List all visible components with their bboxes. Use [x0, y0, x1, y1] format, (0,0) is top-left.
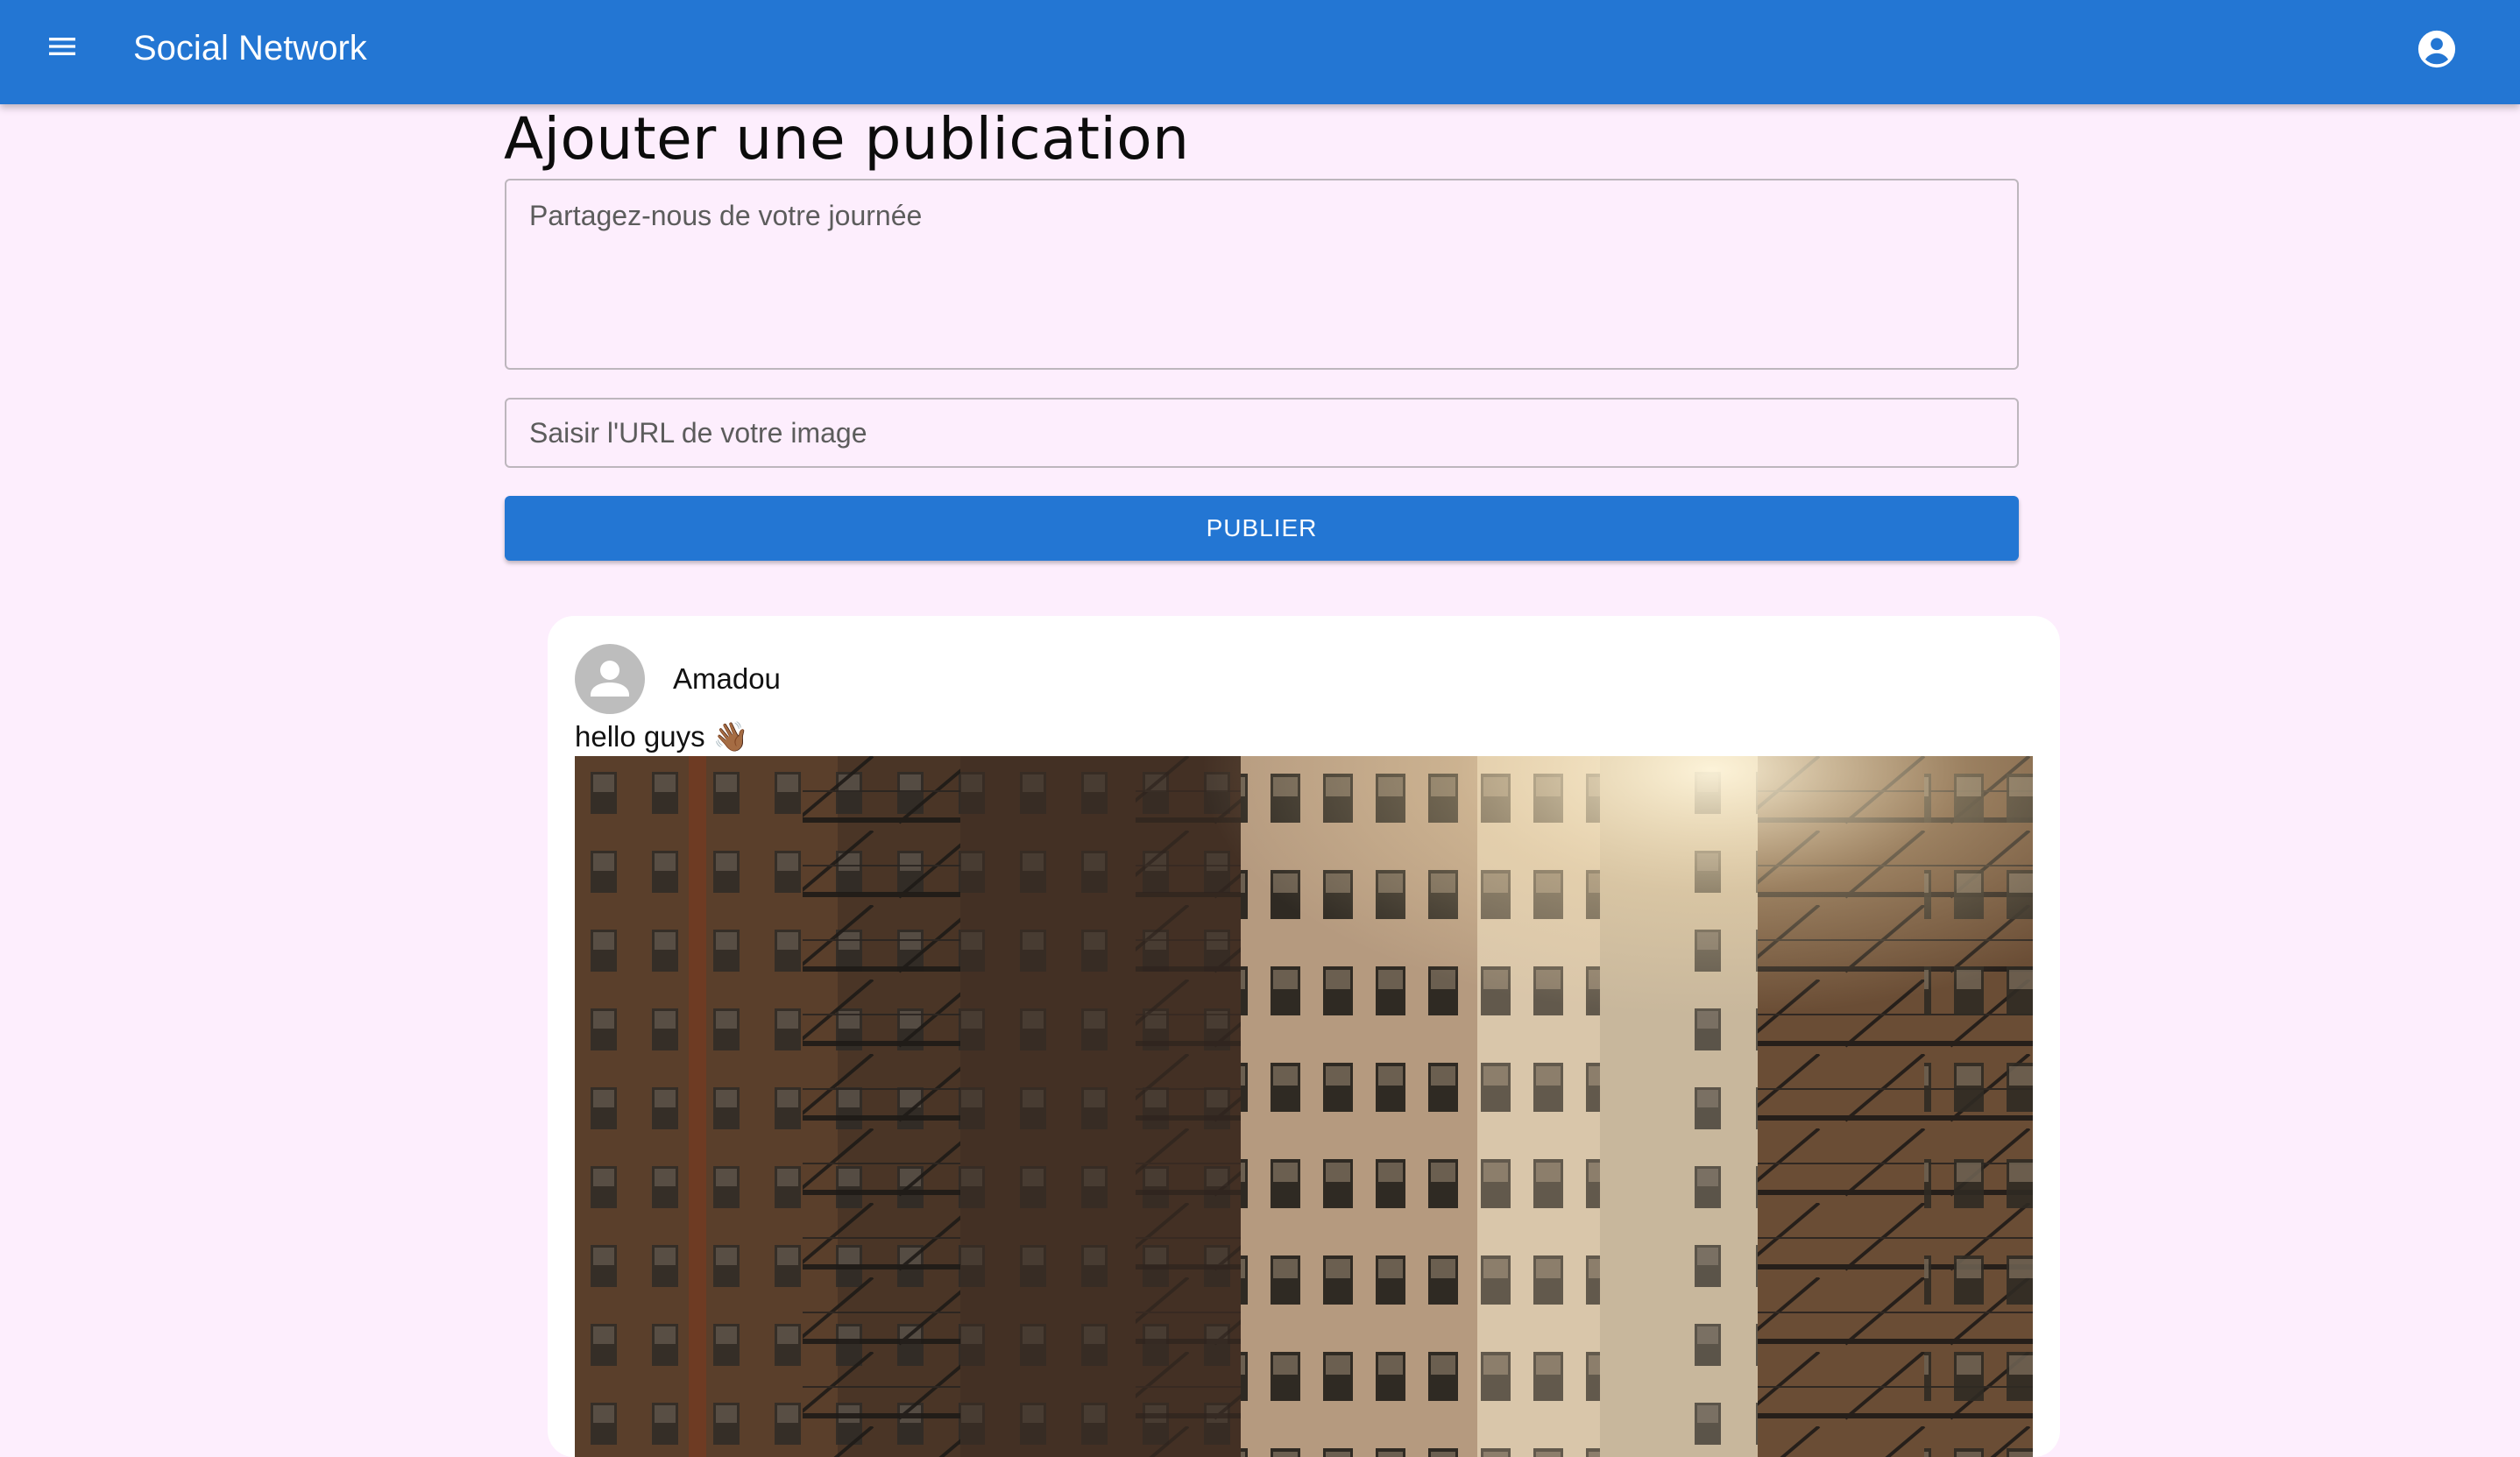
app-title: Social Network	[133, 29, 367, 67]
person-icon	[591, 661, 629, 697]
post-card: Amadou hello guys 👋🏾	[548, 616, 2060, 1457]
account-button[interactable]	[2413, 25, 2460, 73]
post-author[interactable]: Amadou	[673, 661, 781, 697]
post-content-field[interactable]	[505, 179, 2019, 370]
menu-icon	[49, 38, 75, 55]
image-url-field[interactable]	[505, 398, 2019, 468]
menu-button[interactable]	[39, 23, 86, 70]
post-image	[575, 756, 2033, 1457]
publish-button[interactable]: PUBLIER	[505, 496, 2019, 561]
avatar[interactable]	[575, 644, 645, 714]
account-circle-icon	[2417, 30, 2456, 68]
page-title: Ajouter une publication	[504, 105, 1190, 173]
app-bar: Social Network	[0, 0, 2520, 104]
post-text: hello guys 👋🏾	[575, 720, 749, 753]
